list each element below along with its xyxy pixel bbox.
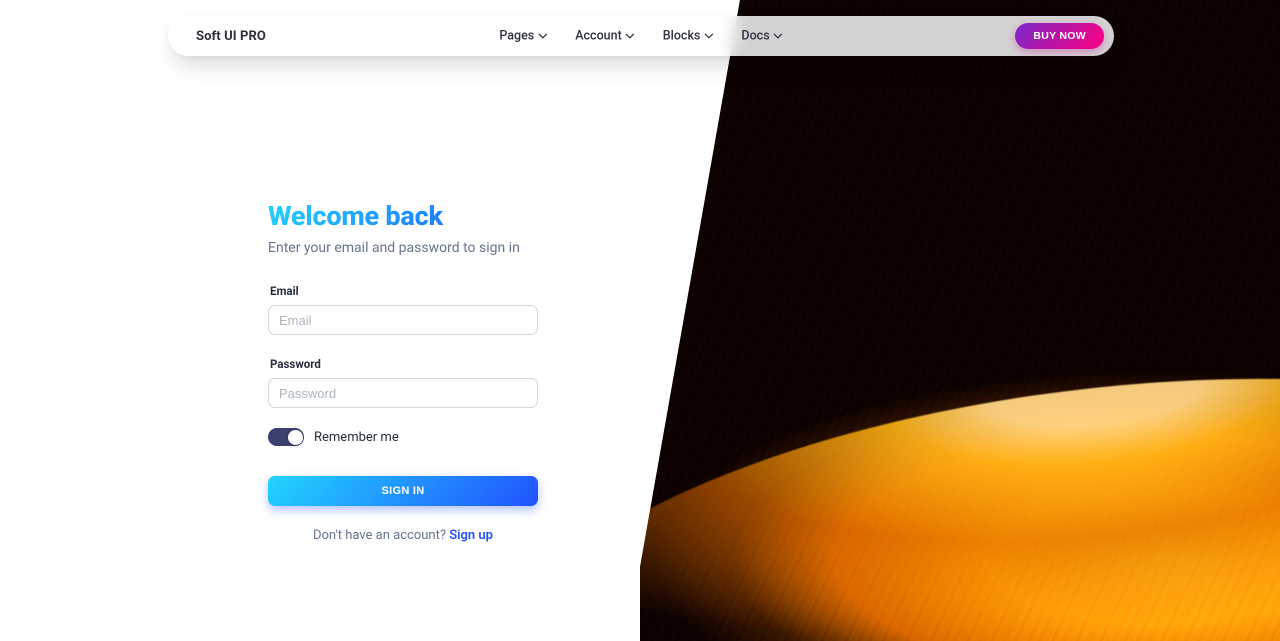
chevron-down-icon [626, 32, 635, 41]
nav-item-label: Account [575, 29, 622, 44]
remember-me-toggle[interactable] [268, 428, 304, 446]
signup-prompt-text: Don't have an account? [313, 528, 449, 543]
email-input[interactable] [268, 305, 538, 335]
chevron-down-icon [704, 32, 713, 41]
nav-item-pages[interactable]: Pages [499, 29, 547, 44]
chevron-down-icon [538, 32, 547, 41]
chevron-down-icon [774, 32, 783, 41]
nav-item-docs[interactable]: Docs [741, 29, 782, 44]
signin-button[interactable]: SIGN IN [268, 476, 538, 506]
nav-item-label: Docs [741, 29, 769, 44]
nav-item-account[interactable]: Account [575, 29, 635, 44]
nav-item-blocks[interactable]: Blocks [663, 29, 714, 44]
buy-now-button[interactable]: BUY NOW [1015, 23, 1104, 49]
password-input[interactable] [268, 378, 538, 408]
signin-form: Email Password Remember me SIGN IN Don't… [268, 284, 538, 543]
top-navbar: Soft UI PRO Pages Account Blocks Docs [168, 16, 1114, 56]
signin-section: Welcome back Enter your email and passwo… [268, 200, 538, 543]
signup-prompt-line: Don't have an account? Sign up [268, 528, 538, 543]
page-subtitle: Enter your email and password to sign in [268, 240, 538, 256]
password-label: Password [270, 357, 538, 371]
brand-logo-text[interactable]: Soft UI PRO [196, 29, 266, 44]
signup-link[interactable]: Sign up [449, 528, 493, 543]
remember-me-label: Remember me [314, 430, 399, 445]
page-title: Welcome back [268, 200, 538, 232]
toggle-knob-icon [288, 430, 303, 445]
nav-item-label: Pages [499, 29, 534, 44]
nav-center-menu: Pages Account Blocks Docs [499, 29, 782, 44]
email-label: Email [270, 284, 538, 298]
nav-item-label: Blocks [663, 29, 701, 44]
hero-artwork [640, 0, 1280, 641]
